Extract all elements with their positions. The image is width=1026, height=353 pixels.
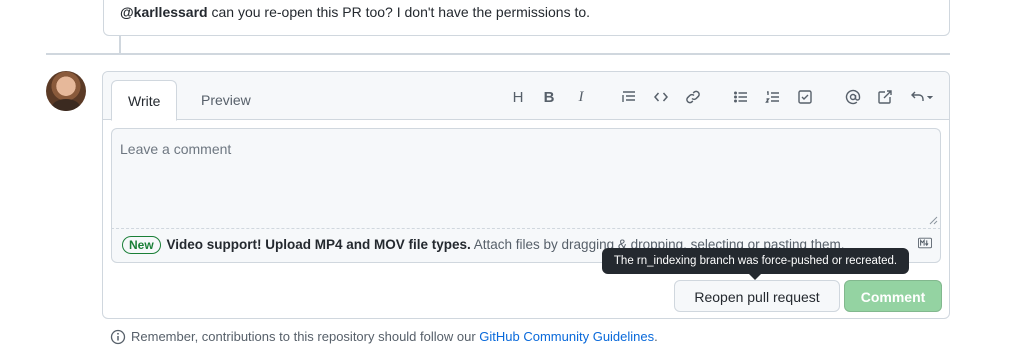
video-support-text: Video support! Upload MP4 and MOV file t…	[166, 237, 471, 252]
tab-preview[interactable]: Preview	[185, 80, 267, 121]
mention-icon[interactable]	[842, 86, 864, 108]
community-guidelines-link[interactable]: GitHub Community Guidelines	[479, 329, 654, 344]
bulleted-list-icon[interactable]	[730, 86, 752, 108]
italic-glyph: I	[578, 88, 584, 105]
comment-composer: Write Preview H B I Leave a comment New …	[102, 71, 950, 319]
avatar[interactable]	[46, 71, 86, 111]
guideline-suffix: .	[654, 329, 658, 344]
comment-button[interactable]: Comment	[844, 280, 942, 312]
italic-icon[interactable]: I	[570, 86, 592, 108]
saved-replies-icon[interactable]	[906, 86, 938, 108]
cross-reference-icon[interactable]	[874, 86, 896, 108]
bold-glyph: B	[543, 88, 555, 106]
reopen-pull-request-button[interactable]: Reopen pull request	[674, 280, 840, 312]
previous-comment: @karllessard can you re-open this PR too…	[103, 0, 950, 36]
user-mention[interactable]: @karllessard	[120, 4, 208, 20]
quote-icon[interactable]	[618, 86, 640, 108]
timeline-line	[119, 36, 121, 54]
link-icon[interactable]	[682, 86, 704, 108]
composer-header: Write Preview H B I	[103, 72, 949, 121]
tooltip: The rn_indexing branch was force-pushed …	[602, 248, 909, 280]
task-list-icon[interactable]	[794, 86, 816, 108]
timeline-divider	[46, 53, 950, 55]
comment-body: can you re-open this PR too? I don't hav…	[207, 4, 591, 20]
bold-icon[interactable]: B	[538, 86, 560, 108]
contribution-guideline-note: Remember, contributions to this reposito…	[110, 328, 658, 346]
guideline-prefix: Remember, contributions to this reposito…	[131, 329, 480, 344]
comment-textarea[interactable]: Leave a comment	[111, 128, 941, 228]
numbered-list-icon[interactable]	[762, 86, 784, 108]
info-icon	[110, 329, 126, 345]
code-icon[interactable]	[650, 86, 672, 108]
heading-icon[interactable]: H	[507, 86, 529, 108]
new-badge: New	[122, 236, 161, 254]
resize-grip-icon[interactable]	[928, 215, 938, 225]
markdown-icon[interactable]	[918, 237, 932, 249]
heading-glyph: H	[512, 88, 524, 106]
tab-write[interactable]: Write	[111, 80, 178, 121]
